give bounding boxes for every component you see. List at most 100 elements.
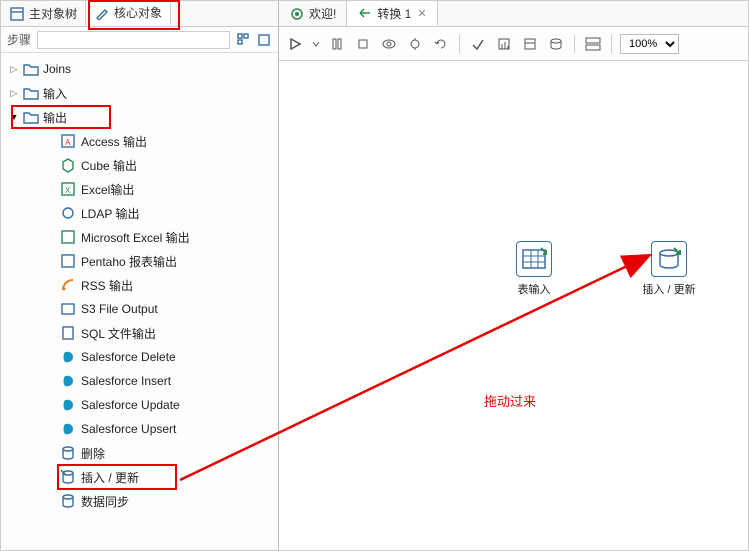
tree-item-sfupsert[interactable]: Salesforce Upsert (1, 417, 278, 441)
canvas-node-label: 插入 / 更新 (642, 281, 695, 297)
tree-node-output[interactable]: ▼ 输出 (1, 105, 278, 129)
tree-item-sqlfile[interactable]: SQL 文件输出 (1, 321, 278, 345)
toolbar: 100% (279, 27, 748, 61)
tree-item-excel[interactable]: XExcel输出 (1, 177, 278, 201)
canvas-node-insert-update[interactable]: 插入 / 更新 (634, 241, 704, 297)
separator (611, 35, 612, 53)
step-icon (59, 492, 77, 510)
welcome-icon (289, 6, 305, 22)
step-icon (59, 396, 77, 414)
step-icon (59, 348, 77, 366)
tree-label: Salesforce Upsert (81, 422, 176, 436)
step-icon (59, 468, 77, 486)
tree-label: Microsoft Excel 输出 (81, 229, 190, 246)
folder-open-icon (23, 110, 39, 124)
replay-icon[interactable] (431, 34, 451, 54)
step-icon: A (59, 132, 77, 150)
search-label: 步骤 (7, 31, 31, 48)
debug-icon[interactable] (405, 34, 425, 54)
tree-label: RSS 输出 (81, 277, 133, 294)
tab-core-objects-label: 核心对象 (114, 4, 162, 21)
step-icon (59, 372, 77, 390)
step-icon (59, 444, 77, 462)
tree-label: 数据同步 (81, 493, 129, 510)
step-icon (59, 228, 77, 246)
tree-item-ldap[interactable]: LDAP 输出 (1, 201, 278, 225)
step-icon: X (59, 180, 77, 198)
transform-icon (357, 5, 373, 21)
insert-update-icon (651, 241, 687, 277)
tree-label: 删除 (81, 445, 105, 462)
search-row: 步骤 (1, 27, 278, 53)
collapse-tree-icon[interactable] (256, 32, 272, 48)
tree-item-sfdelete[interactable]: Salesforce Delete (1, 345, 278, 369)
table-input-icon (516, 241, 552, 277)
tree-item-s3[interactable]: S3 File Output (1, 297, 278, 321)
folder-icon (23, 86, 39, 100)
editor-tab-welcome-label: 欢迎! (309, 5, 336, 22)
tree-item-access[interactable]: AAccess 输出 (1, 129, 278, 153)
sql-icon[interactable] (520, 34, 540, 54)
tree-label: Pentaho 报表输出 (81, 253, 177, 270)
run-icon[interactable] (285, 34, 305, 54)
explore-db-icon[interactable] (546, 34, 566, 54)
pencil-icon (94, 5, 110, 21)
expander-open-icon[interactable]: ▼ (9, 112, 19, 122)
canvas[interactable]: 表输入 插入 / 更新 拖动过来 (279, 61, 748, 550)
tree-icon (9, 6, 25, 22)
tree-label: Salesforce Update (81, 398, 180, 412)
svg-text:X: X (65, 186, 71, 195)
editor-tabs: 欢迎! 转换 1 ✕ (279, 1, 748, 27)
output-children: AAccess 输出 Cube 输出 XExcel输出 LDAP 输出 Micr… (1, 129, 278, 513)
annotation-drag-here: 拖动过来 (484, 391, 536, 410)
tree-label: S3 File Output (81, 302, 158, 316)
step-icon (59, 204, 77, 222)
tree-item-cube[interactable]: Cube 输出 (1, 153, 278, 177)
tab-main-tree[interactable]: 主对象树 (1, 1, 86, 26)
tab-main-tree-label: 主对象树 (29, 5, 77, 22)
tree-item-datasync[interactable]: 数据同步 (1, 489, 278, 513)
tree-label: 输出 (43, 109, 67, 126)
tree-item-rss[interactable]: RSS 输出 (1, 273, 278, 297)
step-icon (59, 420, 77, 438)
step-icon (59, 324, 77, 342)
separator (459, 35, 460, 53)
preview-icon[interactable] (379, 34, 399, 54)
step-icon (59, 156, 77, 174)
folder-icon (23, 62, 39, 76)
tree-item-msexcel[interactable]: Microsoft Excel 输出 (1, 225, 278, 249)
canvas-node-label: 表输入 (518, 281, 551, 297)
tree-item-insert-update[interactable]: 插入 / 更新 (1, 465, 278, 489)
expander-icon[interactable]: ▷ (9, 64, 19, 75)
search-input[interactable] (37, 31, 230, 49)
tree-item-sfupdate[interactable]: Salesforce Update (1, 393, 278, 417)
tree-label: LDAP 输出 (81, 205, 139, 222)
expand-tree-icon[interactable] (236, 32, 252, 48)
impact-icon[interactable] (494, 34, 514, 54)
step-icon (59, 252, 77, 270)
close-icon[interactable]: ✕ (417, 7, 426, 20)
stop-icon[interactable] (353, 34, 373, 54)
show-results-icon[interactable] (583, 34, 603, 54)
tree-node-input[interactable]: ▷ 输入 (1, 81, 278, 105)
step-icon (59, 300, 77, 318)
expander-icon[interactable]: ▷ (9, 88, 19, 99)
run-dropdown-icon[interactable] (311, 34, 321, 54)
tree-label: Cube 输出 (81, 157, 137, 174)
tree-label: Joins (43, 62, 71, 76)
tree-item-sfinsert[interactable]: Salesforce Insert (1, 369, 278, 393)
tab-core-objects[interactable]: 核心对象 (86, 1, 171, 26)
zoom-select[interactable]: 100% (620, 34, 679, 54)
verify-icon[interactable] (468, 34, 488, 54)
separator (574, 35, 575, 53)
editor-tab-transform[interactable]: 转换 1 ✕ (347, 1, 437, 26)
canvas-node-table-input[interactable]: 表输入 (499, 241, 569, 297)
editor-tab-transform-label: 转换 1 (377, 5, 411, 22)
tree-item-pentaho[interactable]: Pentaho 报表输出 (1, 249, 278, 273)
editor-tab-welcome[interactable]: 欢迎! (279, 1, 347, 26)
tree-item-delete[interactable]: 删除 (1, 441, 278, 465)
pause-icon[interactable] (327, 34, 347, 54)
tree-node-joins[interactable]: ▷ Joins (1, 57, 278, 81)
tree-label: 插入 / 更新 (81, 469, 139, 486)
tree: ▷ Joins ▷ 输入 ▼ 输出 (1, 53, 278, 550)
